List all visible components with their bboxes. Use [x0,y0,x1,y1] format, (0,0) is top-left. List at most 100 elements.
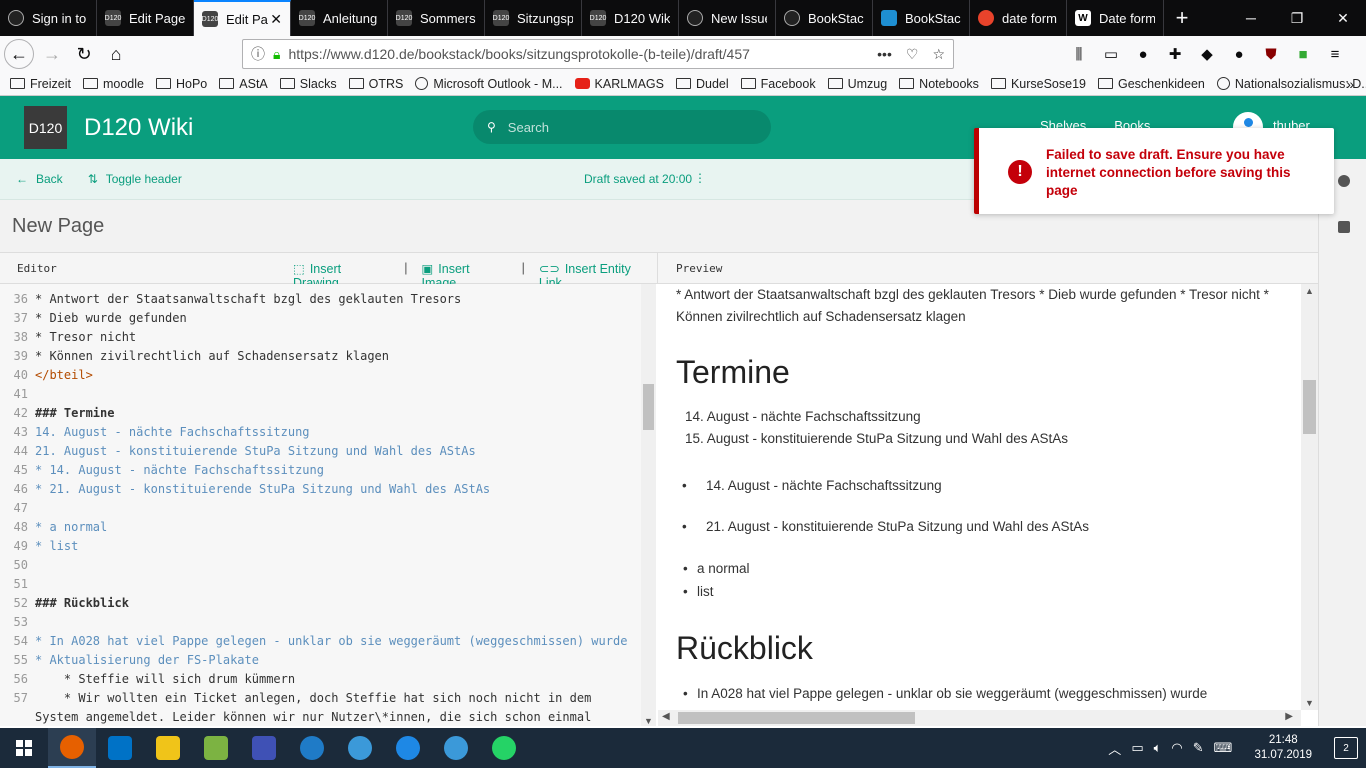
error-notification[interactable]: ! Failed to save draft. Ensure you have … [974,128,1334,214]
bookmark-item[interactable]: HoPo [155,77,207,91]
close-window-button[interactable]: ✕ [1320,0,1366,36]
bookmark-item[interactable]: Facebook [740,77,816,91]
bookmark-item[interactable]: moodle [82,77,144,91]
code-line[interactable]: 46 * 21. August - konstituierende StuPa S… [0,480,640,499]
code-line[interactable]: 40 </bteil> [0,366,640,385]
menu-icon[interactable]: ≡ [1322,40,1348,68]
code-line[interactable]: 52 ### Rückblick [0,594,640,613]
bookmark-item[interactable]: Dudel [676,77,729,91]
browser-tab[interactable]: BookStack [776,0,873,36]
toggle-header-link[interactable]: ⇅ Toggle header [88,172,182,186]
code-line[interactable]: 54 * In A028 hat viel Pappe gelegen - unk… [0,632,640,651]
scroll-down-icon[interactable]: ▼ [644,716,653,726]
taskbar-app[interactable] [288,728,336,768]
code-line[interactable]: 41 [0,385,640,404]
pen-icon[interactable]: ✎ [1193,740,1204,756]
maximize-button[interactable]: ❐ [1274,0,1320,36]
preview-hscroll-thumb[interactable] [678,712,915,724]
reload-button[interactable]: ↻ [68,40,100,68]
code-line[interactable]: 50 [0,556,640,575]
notification-center-button[interactable]: 2 [1334,737,1358,759]
bookmark-item[interactable]: Notebooks [899,77,979,91]
code-line[interactable]: System angemeldet. Leider können wir nur… [0,708,640,726]
code-line[interactable]: 37 * Dieb wurde gefunden [0,309,640,328]
bookmark-item[interactable]: OTRS [348,77,403,91]
cookie-icon[interactable]: ● [1226,40,1252,68]
close-tab-icon[interactable]: ✕ [270,11,282,28]
battery-icon[interactable]: ▭ [1131,740,1143,756]
bookmark-item[interactable]: Microsoft Outlook - M... [415,77,563,91]
browser-tab[interactable]: Sign in to [0,0,97,36]
code-line[interactable]: 47 [0,499,640,518]
taskbar-app[interactable] [384,728,432,768]
editor-scrollbar-thumb[interactable] [643,384,654,430]
wifi-icon[interactable]: ◠ [1171,740,1182,756]
extensions-icon[interactable]: ✚ [1162,40,1188,68]
draft-status[interactable]: Draft saved at 20:00 [584,172,692,186]
volume-icon[interactable]: 🔈︎ [1154,740,1162,756]
url-text[interactable]: https://www.d120.de/bookstack/books/sitz… [288,46,877,62]
code-line[interactable]: 39 * Können zivilrechtlich auf Schadenser… [0,347,640,366]
taskbar-app[interactable] [432,728,480,768]
taskbar-app[interactable] [96,728,144,768]
tag-icon[interactable] [1338,221,1350,233]
bookmark-item[interactable]: Slacks [279,77,337,91]
code-line[interactable]: 49 * list [0,537,640,556]
taskbar-app[interactable] [144,728,192,768]
bookmark-item[interactable]: Umzug [827,77,887,91]
page-title-input[interactable]: New Page [12,215,104,238]
sidebar-icon[interactable]: ▭ [1098,40,1124,68]
site-title[interactable]: D120 Wiki [84,114,193,142]
browser-tab[interactable]: D120 Sitzungspr [485,0,582,36]
ublock-icon[interactable]: ⛊ [1258,40,1284,68]
browser-tab[interactable]: D120 D120 Wiki [582,0,679,36]
taskbar-app[interactable] [192,728,240,768]
code-line[interactable]: 57 * Wir wollten ein Ticket anlegen, doc… [0,689,640,708]
url-bar[interactable]: ⓘ 🔒︎ https://www.d120.de/bookstack/books… [242,39,954,69]
bookmark-item[interactable]: Nationalsozialismus: D... [1216,77,1366,91]
addon-icon[interactable]: ◆ [1194,40,1220,68]
bookmark-item[interactable]: KurseSose19 [990,77,1086,91]
keyboard-icon[interactable]: ⌨ [1214,740,1233,756]
markdown-editor[interactable]: 36 * Antwort der Staatsanwaltschaft bzgl … [0,284,656,726]
bookmark-item[interactable]: KARLMAGS [574,77,664,91]
scroll-right-icon[interactable]: ▶ [1285,711,1293,722]
tray-overflow-icon[interactable]: ︿ [1108,739,1121,758]
code-line[interactable]: 36 * Antwort der Staatsanwaltschaft bzgl … [0,290,640,309]
preview-scrollbar[interactable]: ▲ ▼ [1301,284,1318,710]
code-line[interactable]: 43 14. August - nächte Fachschaftssitzung [0,423,640,442]
code-line[interactable]: 48 * a normal [0,518,640,537]
new-tab-button[interactable]: + [1164,0,1200,36]
taskbar-app[interactable] [48,728,96,768]
back-button[interactable]: ← [4,39,34,69]
taskbar-app[interactable] [336,728,384,768]
bookmark-item[interactable]: AStA [219,77,268,91]
code-line[interactable]: 55 * Aktualisierung der FS-Plakate [0,651,640,670]
bookmark-item[interactable]: Freizeit [10,77,71,91]
scroll-left-icon[interactable]: ◀ [662,711,670,722]
code-line[interactable]: 45 * 14. August - nächte Fachschaftssitzu… [0,461,640,480]
code-line[interactable]: 44 21. August - konstituierende StuPa Sit… [0,442,640,461]
account-icon[interactable]: ● [1130,40,1156,68]
page-actions-icon[interactable]: ••• [877,46,892,63]
taskbar-app[interactable] [240,728,288,768]
editor-scrollbar[interactable]: ▼ [641,284,656,726]
back-link[interactable]: ← Back [16,172,63,186]
browser-tab[interactable]: D120 Sommerse [388,0,485,36]
start-button[interactable] [0,728,48,768]
clock[interactable]: 21:48 31.07.2019 [1254,733,1312,763]
code-line[interactable]: 51 [0,575,640,594]
pocket-icon[interactable]: ♡ [906,46,919,63]
home-button[interactable]: ⌂ [100,40,132,68]
forward-button[interactable]: → [36,40,68,68]
lock-icon[interactable]: 🔒︎ [273,46,280,63]
search-input[interactable]: ⚲ Search [473,110,771,144]
bookmark-star-icon[interactable]: ☆ [932,46,945,63]
minimize-button[interactable]: ─ [1228,0,1274,36]
history-icon[interactable] [1338,175,1350,187]
green-addon-icon[interactable]: ■ [1290,40,1316,68]
draft-menu-button[interactable]: ⋮ [694,171,706,185]
browser-tab[interactable]: New Issue [679,0,776,36]
info-icon[interactable]: ⓘ [251,44,265,64]
scroll-down-icon[interactable]: ▼ [1305,698,1314,708]
